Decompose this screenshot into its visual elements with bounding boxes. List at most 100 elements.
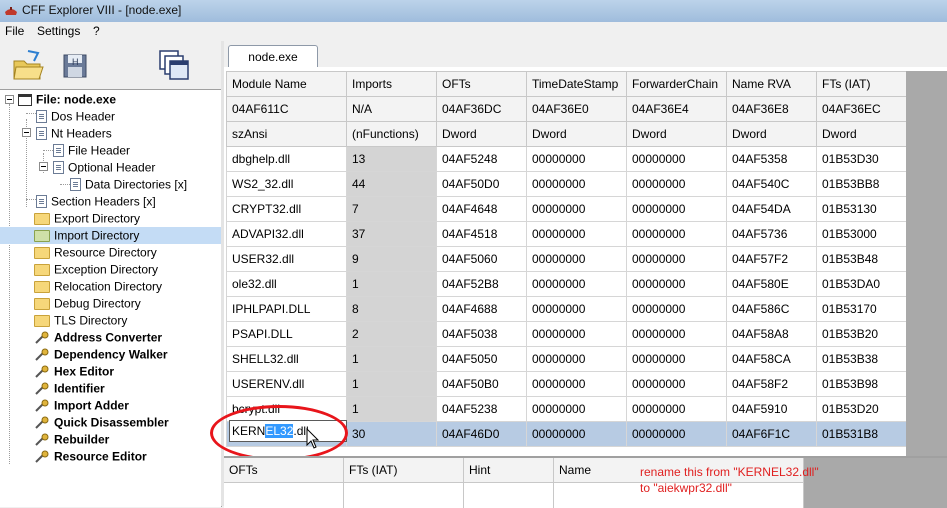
cell-ofts[interactable]: 04AF5038 xyxy=(436,321,527,347)
tree-item-resource-directory[interactable]: Resource Directory xyxy=(34,244,157,261)
cell-timedatestamp[interactable]: 00000000 xyxy=(526,371,627,397)
cell-module-name[interactable]: szAnsi xyxy=(226,121,347,147)
grid-offsets-row[interactable]: 04AF611C N/A 04AF36DC 04AF36E0 04AF36E4 04AF3… xyxy=(226,96,907,122)
cell-ofts[interactable]: 04AF50B0 xyxy=(436,371,527,397)
cell-ofts[interactable]: 04AF4518 xyxy=(436,221,527,247)
cell-module-name[interactable]: Module Name xyxy=(226,71,347,97)
cell-forwarderchain[interactable]: 00000000 xyxy=(626,321,727,347)
grid-types-row[interactable]: szAnsi (nFunctions) Dword Dword Dword Dword Dw… xyxy=(226,121,907,147)
cell-timedatestamp[interactable]: 00000000 xyxy=(526,421,627,447)
cell-ofts[interactable]: 04AF36DC xyxy=(436,96,527,122)
cell-ofts[interactable]: 04AF5050 xyxy=(436,346,527,372)
cell-forwarderchain[interactable]: 00000000 xyxy=(626,296,727,322)
cell-module-name[interactable]: CRYPT32.dll xyxy=(226,196,347,222)
cell-name-rva[interactable]: 04AF580E xyxy=(726,271,817,297)
bottom-col-fts-iat[interactable]: FTs (IAT) xyxy=(344,458,464,483)
cell-fts-iat[interactable]: FTs (IAT) xyxy=(816,71,907,97)
tree-item-optional-header[interactable]: Optional Header xyxy=(53,159,155,176)
cell-forwarderchain[interactable]: 00000000 xyxy=(626,346,727,372)
cell-module-name[interactable]: dbghelp.dll xyxy=(226,146,347,172)
tree-item-rebuilder[interactable]: Rebuilder xyxy=(34,431,109,448)
bottom-col-hint[interactable]: Hint xyxy=(464,458,554,483)
cell-timedatestamp[interactable]: 00000000 xyxy=(526,396,627,422)
cell-timedatestamp[interactable]: 00000000 xyxy=(526,346,627,372)
table-row[interactable]: IPHLPAPI.DLL 8 04AF4688 00000000 00000000 04A… xyxy=(226,296,907,322)
cell-fts-iat[interactable]: 01B53DA0 xyxy=(816,271,907,297)
cell-module-name[interactable]: ADVAPI32.dll xyxy=(226,221,347,247)
table-row[interactable]: ole32.dll 1 04AF52B8 00000000 00000000 04AF58… xyxy=(226,271,907,297)
cell-fts-iat[interactable]: 01B53D30 xyxy=(816,146,907,172)
cell-fts-iat[interactable]: 01B53000 xyxy=(816,221,907,247)
cell-name-rva[interactable]: 04AF540C xyxy=(726,171,817,197)
cell-timedatestamp[interactable]: TimeDateStamp xyxy=(526,71,627,97)
tree-collapse-optional[interactable] xyxy=(39,162,48,171)
cell-name-rva[interactable]: 04AF5736 xyxy=(726,221,817,247)
table-row[interactable]: USERENV.dll 1 04AF50B0 00000000 00000000 04AF… xyxy=(226,371,907,397)
table-row[interactable]: USER32.dll 9 04AF5060 00000000 00000000 04AF5… xyxy=(226,246,907,272)
cell-fts-iat[interactable]: Dword xyxy=(816,121,907,147)
tree-item-quick-disassembler[interactable]: Quick Disassembler xyxy=(34,414,169,431)
cell-module-name[interactable]: USER32.dll xyxy=(226,246,347,272)
cell-module-name[interactable]: ole32.dll xyxy=(226,271,347,297)
cell-timedatestamp[interactable]: 00000000 xyxy=(526,221,627,247)
cell-fts-iat[interactable]: 01B53130 xyxy=(816,196,907,222)
cell-imports[interactable]: 44 xyxy=(346,171,437,197)
cell-forwarderchain[interactable]: 00000000 xyxy=(626,171,727,197)
cell-ofts[interactable]: 04AF50D0 xyxy=(436,171,527,197)
menu-help[interactable]: ? xyxy=(92,24,101,38)
cell-fts-iat[interactable]: 01B53B38 xyxy=(816,346,907,372)
menu-settings[interactable]: Settings xyxy=(36,24,81,38)
menu-file[interactable]: File xyxy=(4,24,25,38)
grid-header-row[interactable]: Module Name Imports OFTs TimeDateStamp Forwa… xyxy=(226,71,907,97)
cell-timedatestamp[interactable]: 00000000 xyxy=(526,146,627,172)
cell-fts-iat[interactable]: 01B531B8 xyxy=(816,421,907,447)
tree-item-import-adder[interactable]: Import Adder xyxy=(34,397,129,414)
tree-item-resource-editor[interactable]: Resource Editor xyxy=(34,448,147,465)
cell-forwarderchain[interactable]: 00000000 xyxy=(626,421,727,447)
tree-item-export-directory[interactable]: Export Directory xyxy=(34,210,140,227)
cell-module-name[interactable]: WS2_32.dll xyxy=(226,171,347,197)
cell-fts-iat[interactable]: 01B53170 xyxy=(816,296,907,322)
cell-imports[interactable]: 1 xyxy=(346,396,437,422)
tree-item-nt-headers[interactable]: Nt Headers xyxy=(36,125,112,142)
windows-icon[interactable] xyxy=(156,45,192,85)
cell-name-rva[interactable]: 04AF5358 xyxy=(726,146,817,172)
bottom-col-ofts[interactable]: OFTs xyxy=(224,458,344,483)
cell-ofts[interactable]: 04AF5238 xyxy=(436,396,527,422)
tree-item-file-root[interactable]: File: node.exe xyxy=(18,91,116,108)
cell-imports[interactable]: 2 xyxy=(346,321,437,347)
tree-item-dos-header[interactable]: Dos Header xyxy=(36,108,115,125)
cell-module-name[interactable]: PSAPI.DLL xyxy=(226,321,347,347)
tree-item-address-converter[interactable]: Address Converter xyxy=(34,329,162,346)
cell-forwarderchain[interactable]: 00000000 xyxy=(626,271,727,297)
cell-timedatestamp[interactable]: 00000000 xyxy=(526,246,627,272)
tree-item-debug-directory[interactable]: Debug Directory xyxy=(34,295,141,312)
table-row[interactable]: SHELL32.dll 1 04AF5050 00000000 00000000 04AF… xyxy=(226,346,907,372)
cell-timedatestamp[interactable]: 04AF36E0 xyxy=(526,96,627,122)
cell-name-rva[interactable]: Name RVA xyxy=(726,71,817,97)
table-row[interactable]: WS2_32.dll 44 04AF50D0 00000000 00000000 04AF… xyxy=(226,171,907,197)
cell-name-rva[interactable]: 04AF54DA xyxy=(726,196,817,222)
cell-ofts[interactable]: 04AF52B8 xyxy=(436,271,527,297)
cell-name-rva[interactable]: 04AF586C xyxy=(726,296,817,322)
tree-item-relocation-directory[interactable]: Relocation Directory xyxy=(34,278,162,295)
cell-forwarderchain[interactable]: 04AF36E4 xyxy=(626,96,727,122)
cell-name-rva[interactable]: 04AF57F2 xyxy=(726,246,817,272)
table-row[interactable]: PSAPI.DLL 2 04AF5038 00000000 00000000 04AF58… xyxy=(226,321,907,347)
cell-imports[interactable]: N/A xyxy=(346,96,437,122)
cell-imports[interactable]: 30 xyxy=(346,421,437,447)
tree-item-section-headers[interactable]: Section Headers [x] xyxy=(36,193,156,210)
cell-ofts[interactable]: 04AF46D0 xyxy=(436,421,527,447)
cell-module-name[interactable]: USERENV.dll xyxy=(226,371,347,397)
tab-node-exe[interactable]: node.exe xyxy=(228,45,318,68)
cell-forwarderchain[interactable]: 00000000 xyxy=(626,221,727,247)
cell-ofts[interactable]: 04AF5248 xyxy=(436,146,527,172)
cell-imports[interactable]: 1 xyxy=(346,346,437,372)
cell-timedatestamp[interactable]: 00000000 xyxy=(526,321,627,347)
tree-item-hex-editor[interactable]: Hex Editor xyxy=(34,363,114,380)
cell-fts-iat[interactable]: 01B53B48 xyxy=(816,246,907,272)
cell-ofts[interactable]: OFTs xyxy=(436,71,527,97)
cell-imports[interactable]: 1 xyxy=(346,371,437,397)
cell-imports[interactable]: Imports xyxy=(346,71,437,97)
cell-forwarderchain[interactable]: 00000000 xyxy=(626,246,727,272)
